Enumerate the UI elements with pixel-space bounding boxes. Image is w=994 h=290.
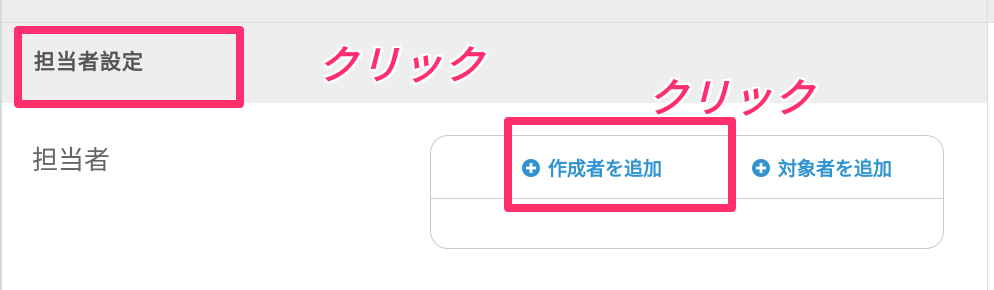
add-target-button[interactable]: 対象者を追加 — [752, 154, 892, 181]
right-border — [987, 0, 988, 290]
click-annotation: クリック — [648, 76, 816, 122]
assignee-label: 担当者 — [32, 146, 111, 176]
add-target-label: 対象者を追加 — [778, 158, 893, 180]
highlight-add-creator — [504, 117, 736, 212]
click-annotation: クリック — [318, 43, 486, 89]
top-bar — [0, 0, 994, 23]
plus-circle-icon — [752, 158, 770, 177]
highlight-section-title — [14, 26, 244, 108]
